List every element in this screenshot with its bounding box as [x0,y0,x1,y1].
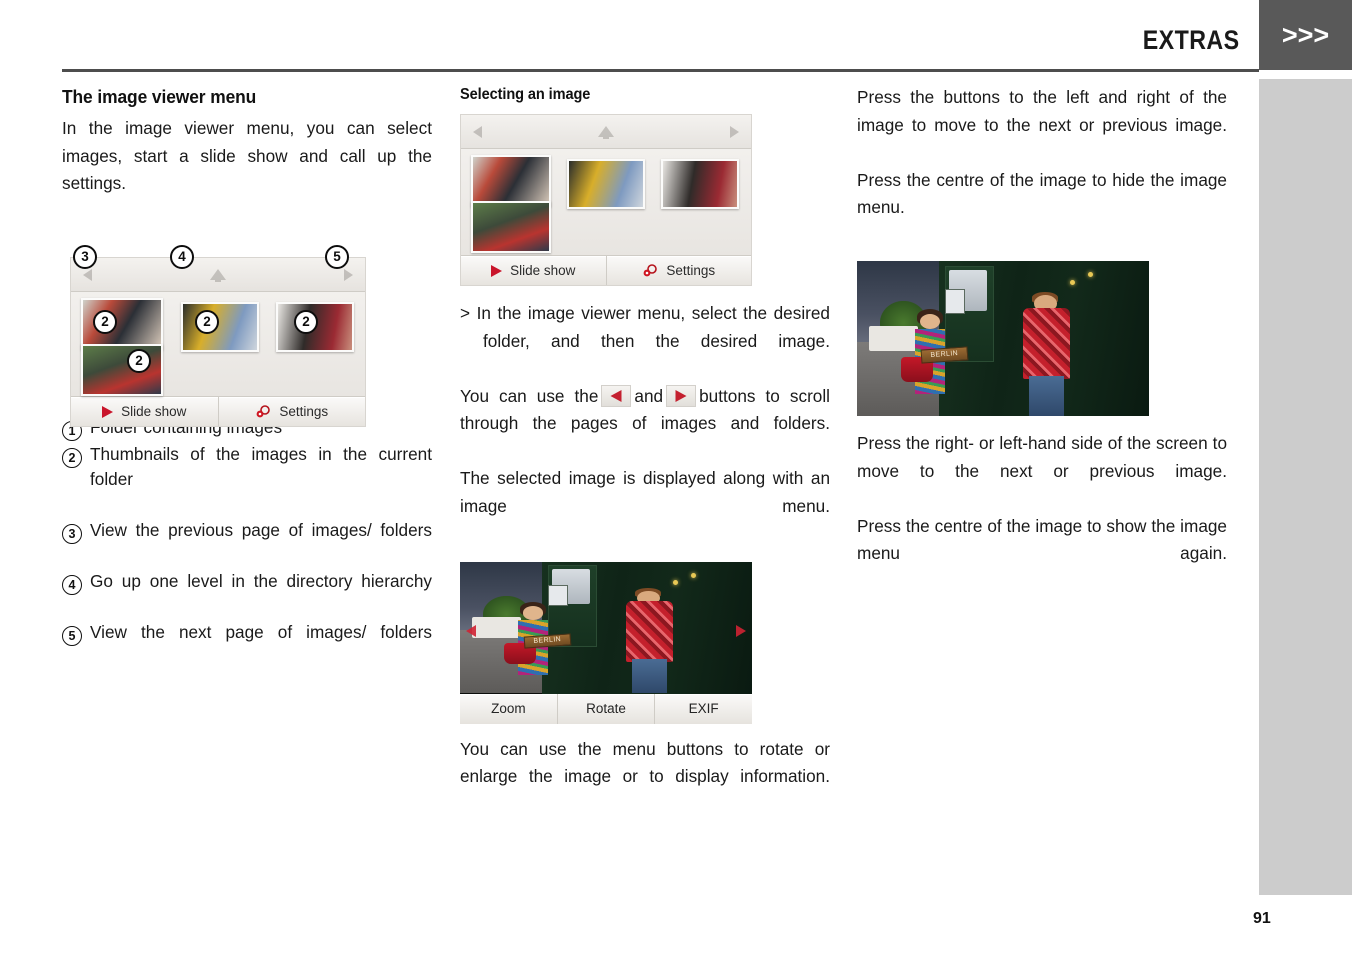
document-page: EXTRAS >>> 91 The image viewer menu In t… [0,0,1352,954]
device-button-bar: Slide show Settings [71,396,365,426]
exif-button[interactable]: EXIF [655,693,753,724]
photo-menu-bar: Zoom Rotate EXIF [460,693,753,724]
legend-number: 5 [62,626,82,646]
device-button-bar-2: Slide show Settings [461,255,751,285]
play-icon [491,264,503,277]
next-page-icon[interactable] [344,268,353,281]
column-right: Press the buttons to the left and right … [857,86,1227,595]
chevron-right-icon: >>> [1281,19,1330,50]
left-arrow-button-icon[interactable] [601,384,632,407]
next-image-arrow-icon[interactable] [736,624,747,637]
scroll-text-and: and [634,385,664,406]
thumbnail-grid [71,292,365,396]
right-paragraph-4: Press the centre of the image to show th… [857,515,1227,564]
thumbnail-item[interactable] [181,302,259,352]
callout-2-d: 2 [127,349,151,373]
middle-step-instruction: > In the image viewer menu, select the d… [460,303,830,351]
header-chevron-band: >>> [1259,0,1352,70]
right-paragraph-3: Press the right- or left-hand side of th… [857,433,1227,481]
device-topbar [71,258,365,292]
left-device-mock-wrapper: Slide show Settings 3 4 5 2 2 2 2 [62,239,367,427]
legend-number: 4 [62,575,82,595]
thumbnail-item[interactable] [471,155,551,207]
legend-item: 5 View the next page of images/ folders [62,620,432,670]
thumbnail-grid-2 [461,149,751,255]
settings-button[interactable]: Settings [218,397,365,426]
middle-scroll-paragraph: You can use the and buttons to scroll thro… [460,383,830,466]
image-viewer-photo-screen: BERLIN Zoom Rotate EXIF [460,561,753,724]
legend-label: Go up one level in the directory hierarc… [90,571,432,591]
column-middle: Selecting an image Slide show Settings >… [460,86,830,818]
thumbnail-item[interactable] [81,344,163,396]
callout-2-a: 2 [93,310,117,334]
left-intro-paragraph: In the image viewer menu, you can select… [62,118,432,193]
slide-show-label: Slide show [510,263,576,278]
photo-fullscreen[interactable]: BERLIN [857,261,1149,416]
settings-label: Settings [666,263,716,278]
callout-5: 5 [325,245,349,269]
image-viewer-screen-2: Slide show Settings [460,114,752,286]
up-one-level-icon[interactable] [209,267,227,283]
callout-4: 4 [170,245,194,269]
device-topbar-2 [461,115,751,149]
gear-icon [255,404,271,419]
rotate-button[interactable]: Rotate [557,693,656,724]
callout-2-c: 2 [294,310,318,334]
callout-3: 3 [73,245,97,269]
right-arrow-button-icon[interactable] [666,384,697,407]
legend-item: 3 View the previous page of images/ fold… [62,518,432,568]
legend-number: 3 [62,524,82,544]
scroll-text-before: You can use the [460,385,599,406]
middle-selected-paragraph: The selected image is displayed along wi… [460,468,830,516]
previous-page-icon[interactable] [83,268,92,281]
previous-page-icon[interactable] [473,125,482,138]
slide-show-button[interactable]: Slide show [71,397,219,426]
up-one-level-icon[interactable] [597,124,615,140]
side-tab-band [1259,79,1352,895]
legend-list: 1 Folder containing images 2 Thumbnails … [62,415,432,670]
legend-item: 2 Thumbnails of the images in the curren… [62,442,432,517]
image-viewer-screen: Slide show Settings [70,257,366,427]
settings-button[interactable]: Settings [606,256,751,285]
slide-show-label: Slide show [121,404,187,419]
next-page-icon[interactable] [730,125,739,138]
legend-number: 2 [62,448,82,468]
left-heading: The image viewer menu [62,86,257,107]
page-number: 91 [1253,910,1271,927]
legend-label: Thumbnails of the images in the current … [90,444,432,489]
zoom-button[interactable]: Zoom [460,693,558,724]
thumbnail-item[interactable] [567,159,645,209]
play-icon [102,405,114,418]
middle-heading: Selecting an image [460,86,591,103]
page-header-title: EXTRAS [1143,25,1240,55]
settings-label: Settings [279,404,329,419]
middle-menu-buttons-paragraph: You can use the menu buttons to rotate o… [460,738,830,787]
gear-icon [642,263,658,278]
right-paragraph-2: Press the centre of the image to hide th… [857,169,1227,218]
header-rule [62,69,1259,72]
photo-sign-text: BERLIN [920,346,969,364]
photo-preview[interactable]: BERLIN [460,561,752,694]
thumbnail-item[interactable] [661,159,739,209]
column-left: The image viewer menu In the image viewe… [62,86,432,671]
legend-label: View the previous page of images/ folder… [90,520,432,540]
callout-2-b: 2 [195,310,219,334]
previous-image-arrow-icon[interactable] [465,624,476,637]
thumbnail-item[interactable] [471,201,551,253]
right-paragraph-1: Press the buttons to the left and right … [857,87,1227,135]
slide-show-button[interactable]: Slide show [461,256,607,285]
legend-item: 4 Go up one level in the directory hiera… [62,569,432,619]
legend-label: View the next page of images/ folders [90,622,432,642]
